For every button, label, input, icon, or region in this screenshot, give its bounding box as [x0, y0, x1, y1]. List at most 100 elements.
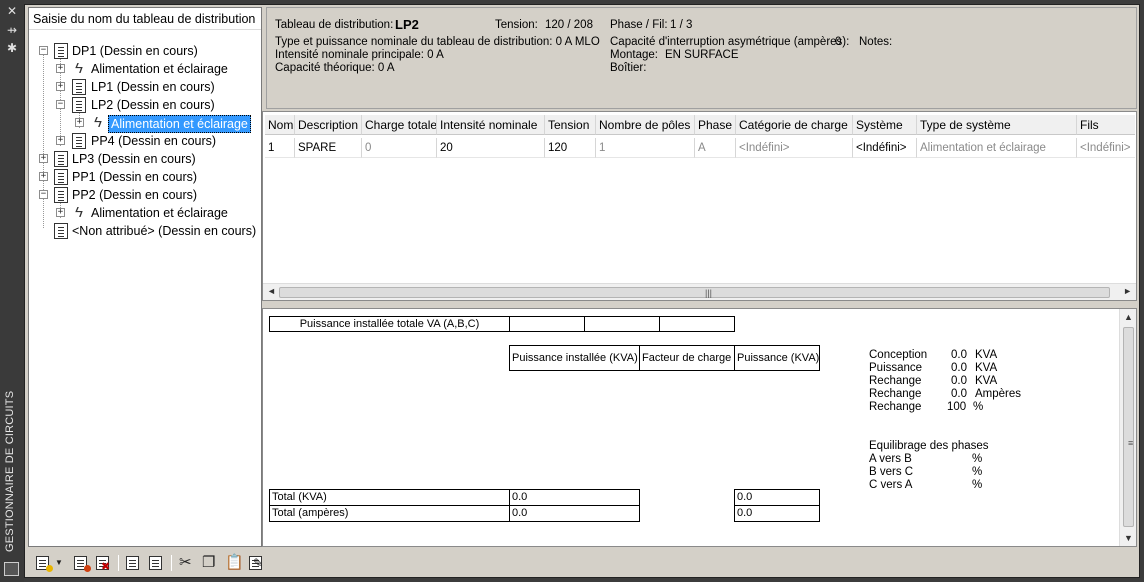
- col-header[interactable]: Description: [295, 115, 362, 135]
- total-va-cell-a: [509, 316, 585, 332]
- grid-cell[interactable]: 20: [437, 138, 545, 158]
- grid-cell[interactable]: <Indéfini>: [736, 138, 853, 158]
- tree-item-pp2-power-lighting[interactable]: + ϟ Alimentation et éclairage: [29, 204, 261, 222]
- tree-item-lp2-power-lighting[interactable]: + ϟ Alimentation et éclairage: [29, 114, 261, 133]
- expand-icon[interactable]: +: [75, 118, 84, 127]
- tree-item-pp1[interactable]: + PP1 (Dessin en cours): [29, 168, 261, 186]
- col-header[interactable]: Système: [853, 115, 917, 135]
- palette-menu-icon[interactable]: [4, 562, 19, 576]
- panel-properties-icon[interactable]: [72, 554, 91, 572]
- balance-label: C vers A: [869, 479, 913, 491]
- copy-icon[interactable]: ❐: [201, 554, 219, 572]
- col-header[interactable]: Nom: [265, 115, 295, 135]
- stat-value: 0.0: [951, 388, 967, 400]
- tree-item-lp1[interactable]: + LP1 (Dessin en cours): [29, 78, 261, 96]
- panel-name-label: Tableau de distribution:: [275, 19, 394, 31]
- tree-item-lp3[interactable]: + LP3 (Dessin en cours): [29, 150, 261, 168]
- grid-cell[interactable]: 0: [362, 138, 437, 158]
- grid-cell[interactable]: A: [695, 138, 736, 158]
- load-summary: Puissance installée totale VA (A,B,C) Pu…: [262, 308, 1137, 547]
- close-icon[interactable]: ✕: [5, 4, 19, 18]
- table-row[interactable]: 1 SPARE 0 20 120 1 A <Indéfini> <Indéfin…: [265, 138, 1135, 158]
- new-panel-dropdown-icon[interactable]: ▼: [55, 554, 63, 572]
- col-header[interactable]: Charge totale: [362, 115, 437, 135]
- properties-icon[interactable]: ✱: [5, 41, 19, 55]
- enclosure-label: Boîtier:: [610, 62, 647, 74]
- col-header[interactable]: Type de système: [917, 115, 1077, 135]
- copy-panel-icon[interactable]: [124, 554, 142, 572]
- edit-panel-icon[interactable]: ✎: [247, 554, 265, 572]
- voltage-value: 120 / 208: [545, 19, 593, 31]
- grid-cell[interactable]: SPARE: [295, 138, 362, 158]
- panel-icon: [54, 169, 68, 185]
- scroll-left-icon[interactable]: ◄: [267, 286, 276, 296]
- stat-unit: KVA: [975, 362, 998, 374]
- collapse-icon[interactable]: −: [39, 46, 48, 55]
- panel-icon: [72, 97, 86, 113]
- tree-item-dp1-power-lighting[interactable]: + ϟ Alimentation et éclairage: [29, 60, 261, 78]
- expand-icon[interactable]: +: [56, 136, 65, 145]
- grid-cell[interactable]: 120: [545, 138, 596, 158]
- expand-icon[interactable]: +: [56, 82, 65, 91]
- balance-unit: %: [972, 466, 983, 478]
- expand-icon[interactable]: +: [56, 208, 65, 217]
- tree-header: Saisie du nom du tableau de distribution: [29, 8, 261, 30]
- stat-value: 100: [947, 401, 967, 413]
- circuit-grid: Nom Description Charge totale Intensité …: [262, 111, 1137, 301]
- grid-cell[interactable]: <Indéfini>: [853, 138, 917, 158]
- pin-icon[interactable]: ⇸: [5, 23, 19, 37]
- grid-cell[interactable]: 1: [265, 138, 295, 158]
- col-header[interactable]: Fils: [1077, 115, 1135, 135]
- total-amps-power: 0.0: [734, 505, 820, 522]
- collapse-icon[interactable]: −: [56, 100, 65, 109]
- grid-cell[interactable]: Alimentation et éclairage: [917, 138, 1077, 158]
- phase-wire-value: 1 / 3: [670, 19, 693, 31]
- cut-icon[interactable]: ✂: [178, 554, 196, 572]
- new-panel-icon[interactable]: [34, 554, 53, 572]
- balance-label: A vers B: [869, 453, 912, 465]
- col-header[interactable]: Phase: [695, 115, 736, 135]
- tree-item-dp1[interactable]: − DP1 (Dessin en cours): [29, 42, 261, 60]
- scroll-thumb[interactable]: ≡: [1123, 327, 1134, 527]
- total-va-cell-b: [584, 316, 660, 332]
- power-kva-header: Puissance (KVA): [734, 345, 820, 371]
- main-amp-text: Intensité nominale principale: 0 A: [275, 49, 444, 61]
- total-va-label: Puissance installée totale VA (A,B,C): [269, 316, 510, 332]
- tree-item-pp2[interactable]: − PP2 (Dessin en cours): [29, 186, 261, 204]
- panel-icon: [72, 79, 86, 95]
- panel-icon: [54, 43, 68, 59]
- scroll-thumb[interactable]: |||: [279, 287, 1110, 298]
- collapse-icon[interactable]: −: [39, 190, 48, 199]
- col-header[interactable]: Nombre de pôles: [596, 115, 695, 135]
- stat-label: Rechange: [869, 388, 922, 400]
- mounting-label: Montage:: [610, 49, 658, 61]
- scroll-right-icon[interactable]: ►: [1123, 286, 1132, 296]
- col-header[interactable]: Intensité nominale: [437, 115, 545, 135]
- tree-item-unassigned[interactable]: <Non attribué> (Dessin en cours): [29, 222, 261, 240]
- delete-panel-icon[interactable]: ✖: [94, 554, 112, 573]
- total-va-cell-c: [659, 316, 735, 332]
- vertical-scrollbar[interactable]: ▲ ≡ ▼: [1119, 309, 1136, 546]
- expand-icon[interactable]: +: [39, 154, 48, 163]
- theoretical-capacity-text: Capacité théorique: 0 A: [275, 62, 395, 74]
- paste-icon[interactable]: 📋: [224, 554, 244, 572]
- palette-title: GESTIONNAIRE DE CIRCUITS: [4, 390, 16, 552]
- paste-panel-icon[interactable]: [147, 554, 165, 572]
- col-header[interactable]: Catégorie de charge: [736, 115, 853, 135]
- col-header[interactable]: Tension: [545, 115, 596, 135]
- horizontal-scrollbar[interactable]: ◄ ||| ►: [263, 283, 1136, 300]
- scroll-down-icon[interactable]: ▼: [1124, 533, 1133, 543]
- stat-label: Rechange: [869, 375, 922, 387]
- grid-cell[interactable]: 1: [596, 138, 695, 158]
- scroll-up-icon[interactable]: ▲: [1124, 312, 1133, 322]
- stat-label: Rechange: [869, 401, 922, 413]
- voltage-label: Tension:: [495, 19, 538, 31]
- tree-item-lp2[interactable]: − LP2 (Dessin en cours): [29, 96, 261, 114]
- tree-item-pp4[interactable]: + PP4 (Dessin en cours): [29, 132, 261, 150]
- expand-icon[interactable]: +: [39, 172, 48, 181]
- stat-label: Puissance: [869, 362, 923, 374]
- lightning-icon: ϟ: [75, 204, 83, 221]
- expand-icon[interactable]: +: [56, 64, 65, 73]
- aic-label: Capacité d'interruption asymétrique (amp…: [610, 36, 850, 48]
- grid-cell[interactable]: <Indéfini>: [1077, 138, 1135, 158]
